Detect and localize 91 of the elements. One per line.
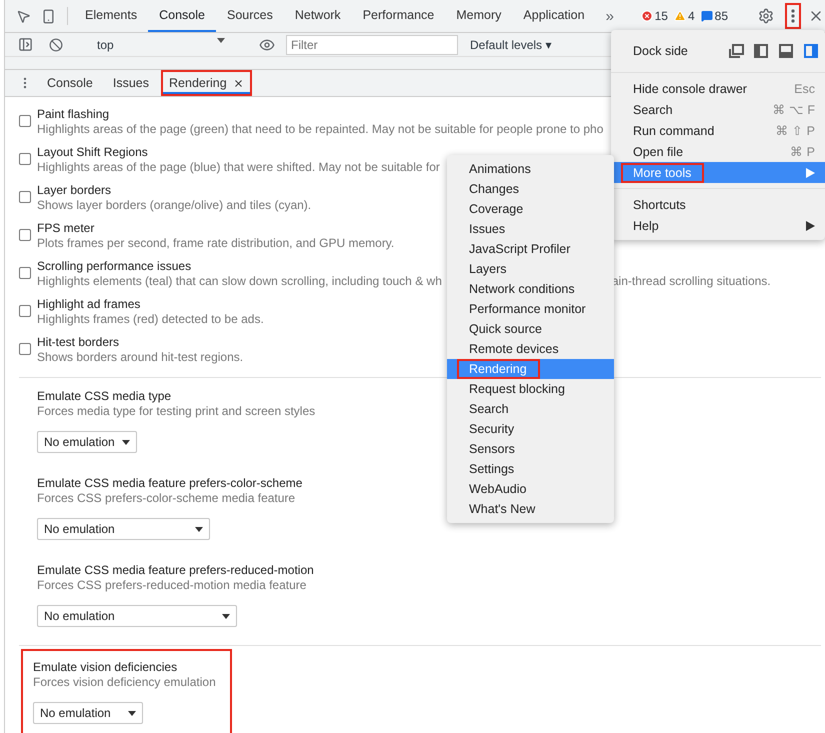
option-description: Highlights elements (teal) that can slow down scrolling, including touch & wh: [37, 274, 442, 289]
menu-item[interactable]: Search ⌘ ⌥ F: [611, 99, 825, 120]
setting-title: Emulate CSS media feature prefers-color-scheme: [37, 476, 302, 491]
panel-tab[interactable]: Network: [284, 0, 352, 32]
menu-item[interactable]: Security: [447, 419, 614, 439]
option-title: Hit-test borders: [37, 335, 120, 350]
drawer-tab[interactable]: Rendering: [161, 70, 252, 96]
menu-item[interactable]: Sensors: [447, 439, 614, 459]
checkbox[interactable]: [19, 343, 31, 355]
option-title: Paint flashing: [37, 107, 110, 122]
message-count[interactable]: 85: [700, 9, 728, 23]
setting-title: Emulate CSS media type: [37, 389, 172, 404]
more-tabs-button[interactable]: »: [596, 0, 624, 32]
emulation-select[interactable]: No emulation: [33, 702, 143, 724]
dock-undock-icon[interactable]: [729, 44, 744, 58]
option-title: FPS meter: [37, 221, 94, 236]
panel-tab[interactable]: Memory: [445, 0, 512, 32]
option-description: Highlights areas of the page (blue) that were shifted. May not be suitable for: [37, 160, 440, 175]
levels-dropdown[interactable]: Default levels ▾: [464, 36, 558, 52]
dock-side-label: Dock side: [633, 44, 689, 58]
panel-tab[interactable]: Performance: [352, 0, 446, 32]
menu-item[interactable]: Issues: [447, 219, 614, 239]
menu-item[interactable]: Remote devices: [447, 339, 614, 359]
menu-item[interactable]: Shortcuts: [611, 194, 825, 215]
menu-item[interactable]: Performance monitor: [447, 299, 614, 319]
option-title: Scrolling performance issues: [37, 259, 192, 274]
caret-icon: [217, 38, 225, 42]
menu-item[interactable]: Changes: [447, 179, 614, 199]
vertical-dots-icon: [791, 9, 795, 23]
emulation-select[interactable]: No emulation: [37, 431, 137, 453]
setting-description: Forces CSS prefers-color-scheme media feature: [37, 491, 296, 506]
caret-icon: [222, 614, 230, 618]
option-description: ain-thread scrolling situations.: [612, 274, 771, 289]
submenu-arrow-icon: [806, 168, 815, 178]
checkbox[interactable]: [19, 229, 31, 241]
menu-item[interactable]: Quick source: [447, 319, 614, 339]
warning-count[interactable]: 4: [674, 9, 695, 23]
checkbox[interactable]: [19, 153, 31, 165]
menu-item[interactable]: Help: [611, 215, 825, 236]
dock-right-icon[interactable]: [804, 44, 819, 58]
panel-tab[interactable]: Elements: [74, 0, 148, 32]
drawer-tab[interactable]: Console: [39, 70, 101, 96]
menu-item[interactable]: Request blocking: [447, 379, 614, 399]
setting-description: Forces media type for testing print and screen styles: [37, 404, 316, 419]
context-select[interactable]: top: [93, 38, 229, 52]
setting-description: Forces CSS prefers-reduced-motion media feature: [37, 578, 306, 593]
option-title: Highlight ad frames: [37, 297, 140, 312]
caret-icon: [195, 526, 203, 532]
option-description: Plots frames per second, frame rate distribution, and GPU memory.: [37, 236, 394, 251]
menu-item[interactable]: Run command ⌘ ⇧ P: [611, 120, 825, 141]
menu-item[interactable]: What's New: [447, 499, 614, 519]
message-icon: [700, 10, 713, 22]
menu-item[interactable]: WebAudio: [447, 479, 614, 499]
option-title: Layer borders: [37, 183, 112, 198]
menu-item[interactable]: Animations: [447, 159, 614, 179]
menu-item[interactable]: Layers: [447, 259, 614, 279]
checkbox[interactable]: [19, 305, 31, 317]
menu-item[interactable]: Coverage: [447, 199, 614, 219]
checkbox[interactable]: [19, 115, 31, 127]
checkbox[interactable]: [19, 267, 31, 279]
option-title: Layout Shift Regions: [37, 145, 148, 160]
panel-tab[interactable]: Sources: [216, 0, 284, 32]
error-icon: [640, 10, 653, 22]
drawer-tab[interactable]: Issues: [104, 70, 158, 96]
option-description: Highlights frames (red) detected to be ads.: [37, 312, 264, 327]
close-icon: [232, 78, 244, 88]
setting-title: Emulate vision deficiencies: [33, 660, 178, 675]
menu-item[interactable]: Hide console drawer Esc: [611, 78, 825, 99]
menu-button[interactable]: [785, 3, 801, 29]
option-description: Highlights areas of the page (green) that need to be repainted. May not be suitable for people prone to pho: [37, 122, 604, 137]
option-description: Shows layer borders (orange/olive) and tiles (cyan).: [37, 198, 312, 213]
checkbox[interactable]: [19, 191, 31, 203]
filter-field[interactable]: Filter: [286, 34, 458, 54]
caret-icon: [122, 440, 130, 444]
panel-tab[interactable]: Application: [512, 0, 596, 32]
error-count[interactable]: 15: [640, 9, 668, 23]
submenu-arrow-icon: [806, 220, 815, 230]
menu-item[interactable]: Search: [447, 399, 614, 419]
dock-left-icon[interactable]: [754, 44, 769, 58]
setting-description: Forces vision deficiency emulation: [33, 675, 216, 690]
menu-item[interactable]: Open file ⌘ P: [611, 141, 825, 162]
emulation-select[interactable]: No emulation: [37, 605, 237, 627]
setting-title: Emulate CSS media feature prefers-reduced-motion: [37, 563, 314, 578]
option-description: Shows borders around hit-test regions.: [37, 350, 244, 365]
menu-item[interactable]: Network conditions: [447, 279, 614, 299]
caret-icon: [128, 710, 136, 716]
emulation-select[interactable]: No emulation: [37, 518, 210, 540]
dock-bottom-icon[interactable]: [779, 44, 794, 58]
warning-icon: [674, 10, 686, 22]
menu-item[interactable]: JavaScript Profiler: [447, 239, 614, 259]
menu-item[interactable]: Settings: [447, 459, 614, 479]
